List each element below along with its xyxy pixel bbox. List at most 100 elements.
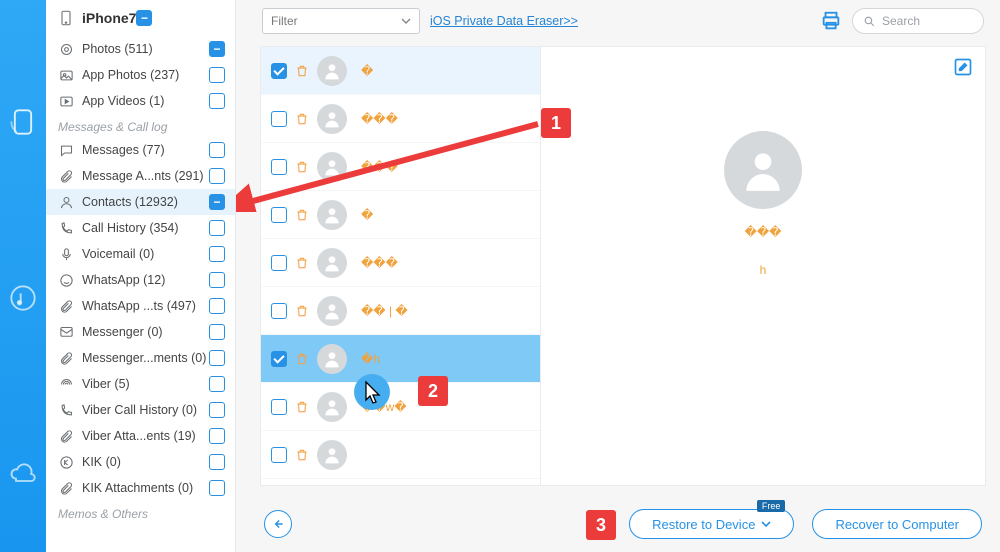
restore-to-device-button[interactable]: Free Restore to Device [629,509,794,539]
sidebar-item-label: WhatsApp ...ts (497) [82,299,209,313]
sidebar-item[interactable]: Message A...nts (291) [46,163,235,189]
sidebar-item[interactable]: Call History (354) [46,215,235,241]
row-checkbox[interactable] [271,111,287,127]
sidebar-item[interactable]: WhatsApp (12) [46,267,235,293]
sidebar-item[interactable]: Viber Atta...ents (19) [46,423,235,449]
row-checkbox[interactable] [271,447,287,463]
contact-name: �� | � [361,304,408,318]
contact-row[interactable]: � [261,191,540,239]
contact-avatar [317,152,347,182]
sidebar-item-checkbox[interactable] [209,298,225,314]
sidebar-item[interactable]: Photos (511) [46,36,235,62]
sidebar-item[interactable]: WhatsApp ...ts (497) [46,293,235,319]
sidebar-item[interactable]: App Photos (237) [46,62,235,88]
recover-to-computer-button[interactable]: Recover to Computer [812,509,982,539]
sidebar-item-checkbox[interactable] [209,480,225,496]
sidebar-item[interactable]: Messages (77) [46,137,235,163]
contact-row[interactable]: ��� [261,239,540,287]
sidebar-item-label: KIK (0) [82,455,209,469]
edit-icon[interactable] [953,57,973,80]
device-checkbox[interactable] [136,10,152,26]
sidebar-item[interactable]: KIK Attachments (0) [46,475,235,501]
back-button[interactable] [264,510,292,538]
row-checkbox[interactable] [271,351,287,367]
device-name: iPhone7 [82,10,136,26]
sidebar-item-checkbox[interactable] [209,246,225,262]
chevron-down-icon [401,16,411,26]
sidebar-item-checkbox[interactable] [209,142,225,158]
row-checkbox[interactable] [271,63,287,79]
viber-icon [58,376,74,392]
sidebar-item-label: App Videos (1) [82,94,209,108]
contact-avatar [317,56,347,86]
contact-row[interactable]: �� | � [261,287,540,335]
sidebar-item-checkbox[interactable] [209,324,225,340]
trash-icon[interactable] [295,159,309,175]
photo-icon [58,41,74,57]
chevron-down-icon [761,519,771,529]
rail-cloud-icon[interactable] [9,460,37,488]
device-row[interactable]: iPhone7 [46,0,235,36]
detail-avatar [724,131,802,209]
contact-name: �h [361,352,380,366]
sidebar-item[interactable]: Contacts (12932) [46,189,235,215]
row-checkbox[interactable] [271,399,287,415]
sidebar-item[interactable]: Viber (5) [46,371,235,397]
contact-row[interactable]: ��w� [261,383,540,431]
sidebar-item[interactable]: Messenger (0) [46,319,235,345]
sidebar-item[interactable]: Viber Call History (0) [46,397,235,423]
trash-icon[interactable] [295,111,309,127]
trash-icon[interactable] [295,207,309,223]
trash-icon[interactable] [295,399,309,415]
row-checkbox[interactable] [271,207,287,223]
sidebar-item-label: Viber Call History (0) [82,403,209,417]
row-checkbox[interactable] [271,159,287,175]
sidebar-group-header: Memos & Others [46,501,235,524]
rail-music-icon[interactable] [9,284,37,312]
search-input[interactable]: Search [852,8,984,34]
ios-private-data-link[interactable]: iOS Private Data Eraser>> [430,14,578,28]
trash-icon[interactable] [295,351,309,367]
sidebar-item-label: KIK Attachments (0) [82,481,209,495]
sidebar-item-label: Messenger...ments (0) [82,351,209,365]
trash-icon[interactable] [295,447,309,463]
row-checkbox[interactable] [271,255,287,271]
sidebar-item-label: Voicemail (0) [82,247,209,261]
annotation-2: 2 [418,376,448,406]
print-icon[interactable] [820,10,842,32]
sidebar-item-checkbox[interactable] [209,402,225,418]
sidebar-item[interactable]: KIK (0) [46,449,235,475]
sidebar-item[interactable]: Voicemail (0) [46,241,235,267]
trash-icon[interactable] [295,255,309,271]
sidebar-item-label: Viber (5) [82,377,209,391]
sidebar-item-checkbox[interactable] [209,454,225,470]
trash-icon[interactable] [295,303,309,319]
sidebar-item-checkbox[interactable] [209,168,225,184]
contact-avatar [317,440,347,470]
sidebar-item-checkbox[interactable] [209,376,225,392]
sidebar-item-checkbox[interactable] [209,67,225,83]
sidebar-item-checkbox[interactable] [209,428,225,444]
kik-icon [58,454,74,470]
contact-row[interactable] [261,431,540,479]
contact-row[interactable]: � [261,47,540,95]
sidebar-item-checkbox[interactable] [209,220,225,236]
vmail-icon [58,246,74,262]
contact-row[interactable]: ��� [261,95,540,143]
sidebar-item-checkbox[interactable] [209,93,225,109]
contact-name: � [361,64,373,78]
call-icon [58,402,74,418]
trash-icon[interactable] [295,63,309,79]
filter-dropdown[interactable]: Filter [262,8,420,34]
sidebar-item-checkbox[interactable] [209,272,225,288]
contact-row[interactable]: ��� [261,143,540,191]
sidebar-item-checkbox[interactable] [209,194,225,210]
row-checkbox[interactable] [271,303,287,319]
contact-row[interactable]: �h [261,335,540,383]
sidebar-item[interactable]: App Videos (1) [46,88,235,114]
sidebar-item[interactable]: Messenger...ments (0) [46,345,235,371]
rail-phone-icon[interactable] [9,108,37,136]
sidebar-item-checkbox[interactable] [209,350,225,366]
sidebar-item-label: WhatsApp (12) [82,273,209,287]
sidebar-item-checkbox[interactable] [209,41,225,57]
